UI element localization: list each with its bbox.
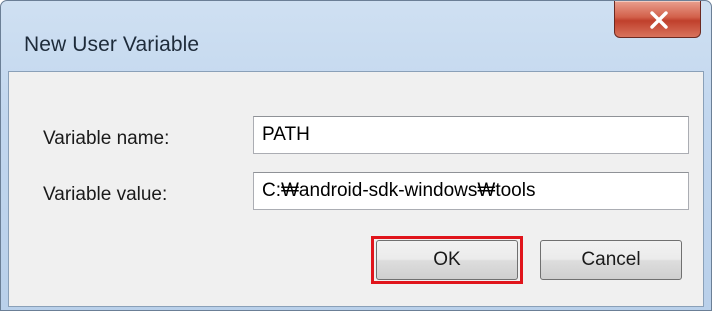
new-user-variable-dialog: New User Variable Variable name: PATH Va…	[0, 0, 712, 311]
variable-value-field[interactable]: C:₩android-sdk-windows₩tools	[253, 172, 689, 210]
close-x-icon	[650, 11, 668, 29]
title-bar[interactable]: New User Variable	[1, 1, 711, 71]
variable-name-label: Variable name:	[43, 128, 170, 149]
variable-value-label: Variable value:	[43, 184, 168, 205]
variable-name-field[interactable]: PATH	[253, 116, 689, 154]
ok-button[interactable]: OK	[376, 240, 518, 280]
close-button[interactable]	[614, 1, 701, 38]
dialog-body: Variable name: PATH Variable value: C:₩a…	[8, 71, 704, 307]
cancel-button[interactable]: Cancel	[540, 240, 682, 280]
dialog-title: New User Variable	[24, 33, 200, 56]
